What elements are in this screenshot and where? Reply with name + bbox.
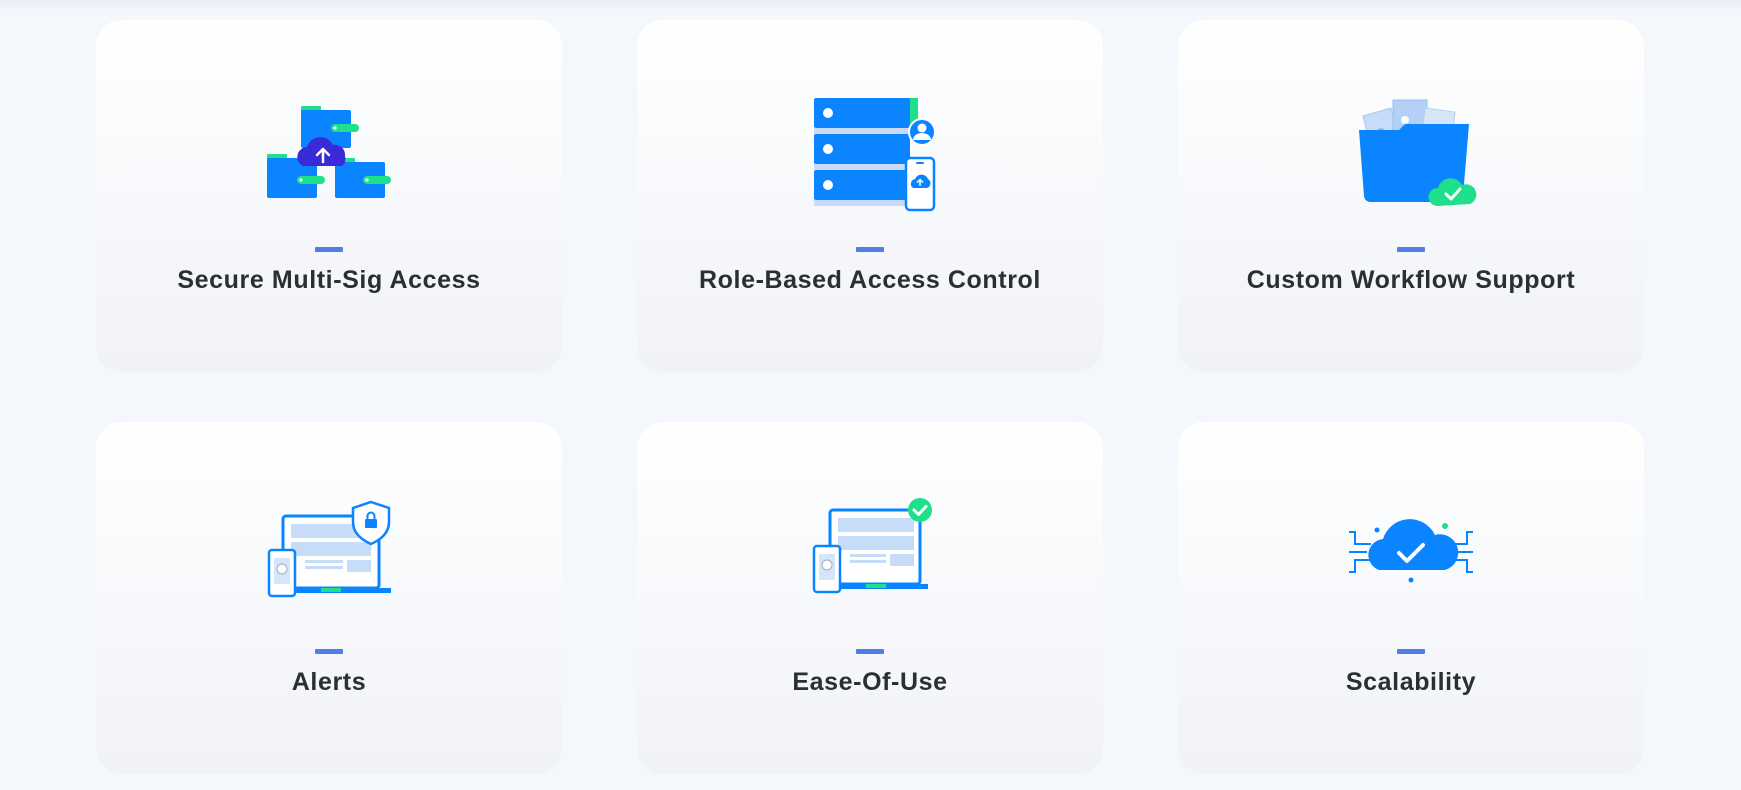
feature-card-ease-of-use[interactable]: Ease-Of-Use (637, 422, 1103, 774)
feature-title: Alerts (291, 668, 367, 696)
multi-folder-upload-icon (259, 96, 399, 226)
feature-title: Role-Based Access Control (699, 266, 1041, 294)
feature-title: Scalability (1345, 668, 1477, 696)
feature-card-role-based-access[interactable]: Role-Based Access Control (637, 20, 1103, 372)
features-grid: Secure Multi-Sig Access Role-Based Acces… (96, 20, 1645, 774)
cloud-circuit-check-icon (1341, 498, 1481, 628)
title-accent-dash (315, 649, 343, 654)
server-user-phone-icon (800, 96, 940, 226)
feature-card-custom-workflow[interactable]: Custom Workflow Support (1178, 20, 1644, 372)
title-accent-dash (1397, 649, 1425, 654)
feature-card-secure-multi-sig[interactable]: Secure Multi-Sig Access (96, 20, 562, 372)
folder-cloud-check-icon (1341, 96, 1481, 226)
feature-card-scalability[interactable]: Scalability (1178, 422, 1644, 774)
title-accent-dash (856, 649, 884, 654)
title-accent-dash (856, 247, 884, 252)
feature-title: Custom Workflow Support (1246, 266, 1576, 294)
feature-title: Secure Multi-Sig Access (177, 266, 481, 294)
feature-card-alerts[interactable]: Alerts (96, 422, 562, 774)
title-accent-dash (315, 247, 343, 252)
title-accent-dash (1397, 247, 1425, 252)
laptop-phone-shield-icon (259, 498, 399, 628)
feature-title: Ease-Of-Use (792, 668, 948, 696)
page-top-shadow (0, 0, 1741, 10)
laptop-phone-check-icon (800, 498, 940, 628)
